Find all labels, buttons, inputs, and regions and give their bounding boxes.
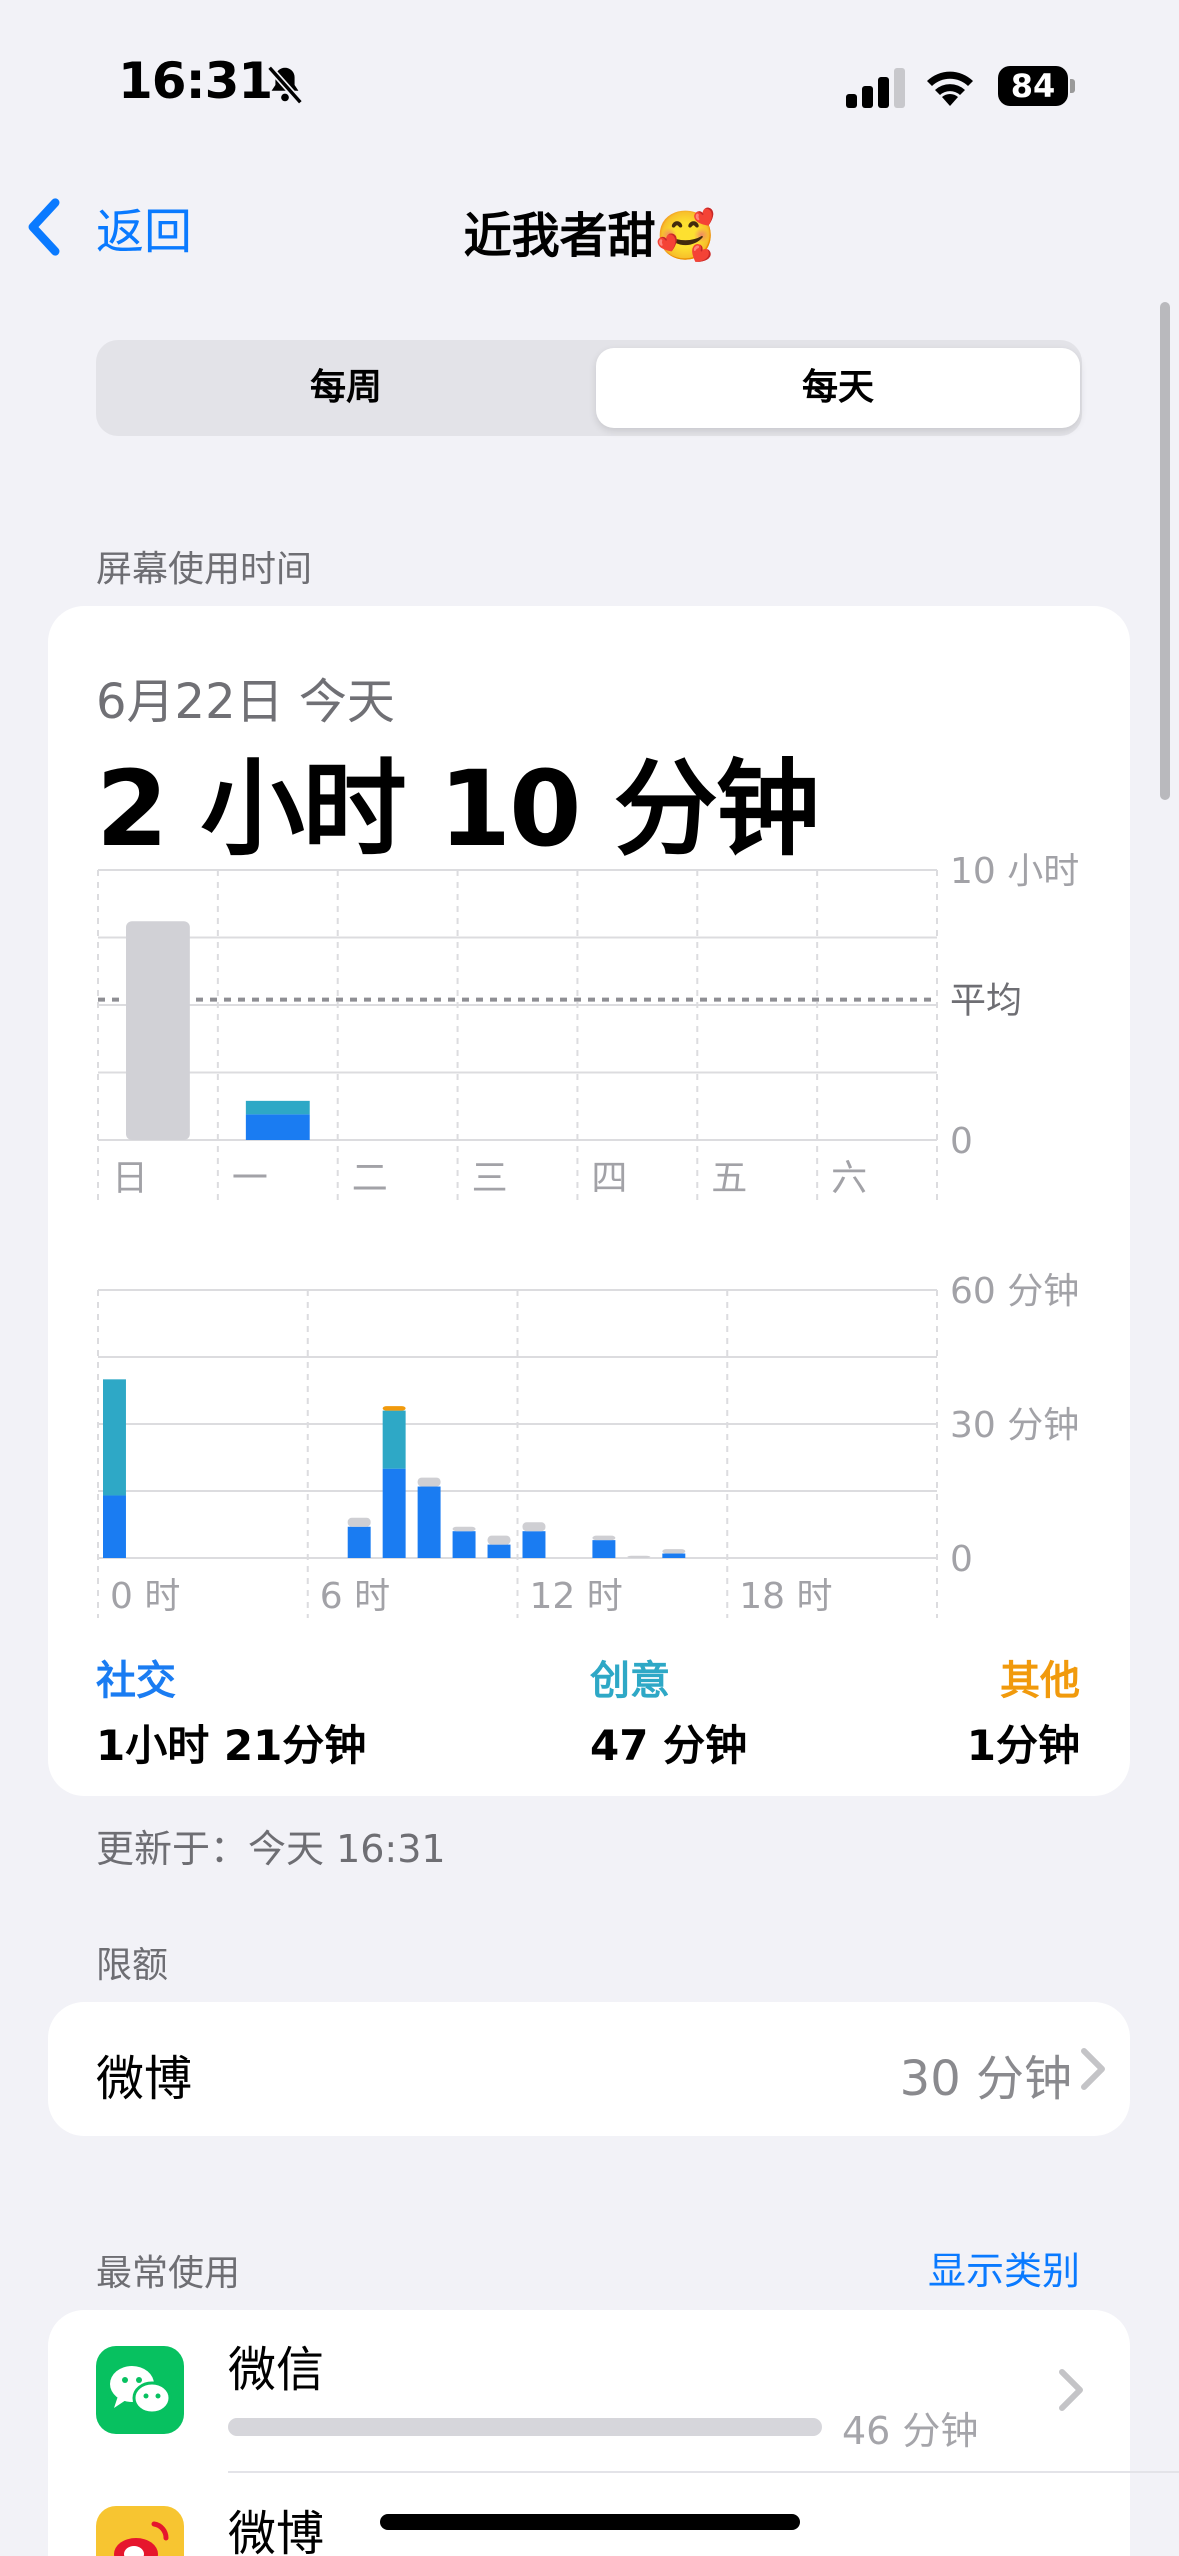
y-tick-label: 10 小时 — [950, 851, 1079, 892]
bar — [417, 1477, 441, 1487]
bar — [245, 1100, 310, 1115]
status-time: 16:31 — [118, 52, 273, 110]
x-tick-label: 12 时 — [530, 1576, 623, 1617]
bar — [417, 1486, 441, 1558]
bar — [452, 1526, 476, 1532]
bar — [627, 1555, 651, 1558]
segment-weekly[interactable]: 每周 — [104, 348, 588, 428]
category-creative-label: 创意 — [590, 1658, 670, 1704]
category-social-label: 社交 — [96, 1658, 176, 1704]
bell-muted-icon — [267, 65, 303, 105]
back-label: 返回 — [96, 204, 193, 260]
bar — [103, 1379, 126, 1496]
hourly-usage-chart[interactable]: 0 时 6 时 12 时 18 时 60 分钟 30 分钟 0 — [0, 1250, 1179, 1640]
x-tick-label: 五 — [711, 1158, 747, 1199]
y-tick-label: 0 — [950, 1539, 973, 1580]
chevron-right-icon — [1081, 2048, 1105, 2090]
bar — [126, 921, 190, 1140]
bar — [662, 1553, 686, 1558]
screen-time-date: 6月22日 今天 — [96, 674, 395, 730]
x-tick-label: 二 — [352, 1158, 388, 1199]
y-tick-label: 60 分钟 — [950, 1271, 1079, 1312]
screen-time-section-label: 屏幕使用时间 — [96, 549, 313, 590]
bar — [487, 1544, 511, 1558]
bar — [347, 1517, 371, 1527]
bar — [382, 1406, 406, 1411]
cellular-signal-icon — [846, 68, 905, 108]
bar — [382, 1410, 406, 1469]
y-tick-label: 平均 — [950, 981, 1022, 1022]
chevron-right-icon — [1059, 2369, 1083, 2411]
limit-app-name: 微博 — [96, 2051, 193, 2107]
bar — [452, 1531, 476, 1558]
limit-row[interactable]: 微博 30 分钟 — [48, 2002, 1130, 2136]
weekly-usage-chart[interactable]: 日 一 二 三 四 五 六 10 小时平均 0 — [0, 820, 1179, 1220]
bar — [245, 1114, 310, 1140]
battery-level: 84 — [998, 66, 1068, 106]
bar — [487, 1535, 511, 1545]
x-tick-label: 0 时 — [110, 1576, 180, 1617]
home-indicator[interactable] — [380, 2514, 800, 2530]
category-creative-value: 47 分钟 — [590, 1721, 748, 1770]
category-social-value: 1小时 21分钟 — [96, 1721, 367, 1770]
show-categories-link[interactable]: 显示类别 — [0, 2240, 1080, 2295]
bar — [592, 1535, 616, 1541]
category-other-value: 1分钟 — [966, 1721, 1080, 1770]
x-tick-label: 6 时 — [320, 1576, 390, 1617]
weibo-app-icon — [96, 2506, 184, 2556]
chevron-left-icon — [28, 198, 60, 256]
bar — [103, 1495, 126, 1558]
category-other-label: 其他 — [1000, 1658, 1080, 1704]
x-tick-label: 一 — [232, 1158, 268, 1199]
bar — [662, 1549, 686, 1554]
bar — [347, 1526, 371, 1558]
bar — [522, 1531, 546, 1558]
x-tick-label: 日 — [112, 1158, 148, 1199]
battery-tip — [1070, 79, 1075, 93]
back-button[interactable]: 返回 — [24, 192, 192, 262]
wechat-usage-time: 46 分钟 — [842, 2409, 979, 2453]
battery-indicator: 84 — [998, 66, 1075, 106]
limits-section-label: 限额 — [96, 1945, 169, 1986]
limit-value: 30 分钟 — [899, 2051, 1072, 2107]
x-tick-label: 18 时 — [739, 1576, 832, 1617]
x-tick-label: 六 — [831, 1158, 867, 1199]
x-tick-label: 三 — [472, 1158, 508, 1199]
wechat-usage-bar — [228, 2418, 822, 2436]
bar — [592, 1540, 616, 1558]
x-tick-label: 四 — [591, 1158, 627, 1199]
updated-time: 更新于：今天 16:31 — [96, 1827, 446, 1871]
wechat-app-name: 微信 — [228, 2342, 325, 2398]
period-segmented-control: 每周 每天 — [96, 340, 1082, 436]
bar — [522, 1522, 546, 1532]
weibo-app-name: 微博 — [228, 2506, 325, 2556]
bar — [382, 1468, 406, 1558]
wifi-icon — [927, 71, 973, 106]
y-tick-label: 30 分钟 — [950, 1405, 1079, 1446]
segment-daily[interactable]: 每天 — [596, 348, 1080, 428]
scrollbar[interactable] — [1160, 302, 1170, 800]
y-tick-label: 0 — [950, 1121, 973, 1162]
wechat-app-icon — [96, 2346, 184, 2434]
